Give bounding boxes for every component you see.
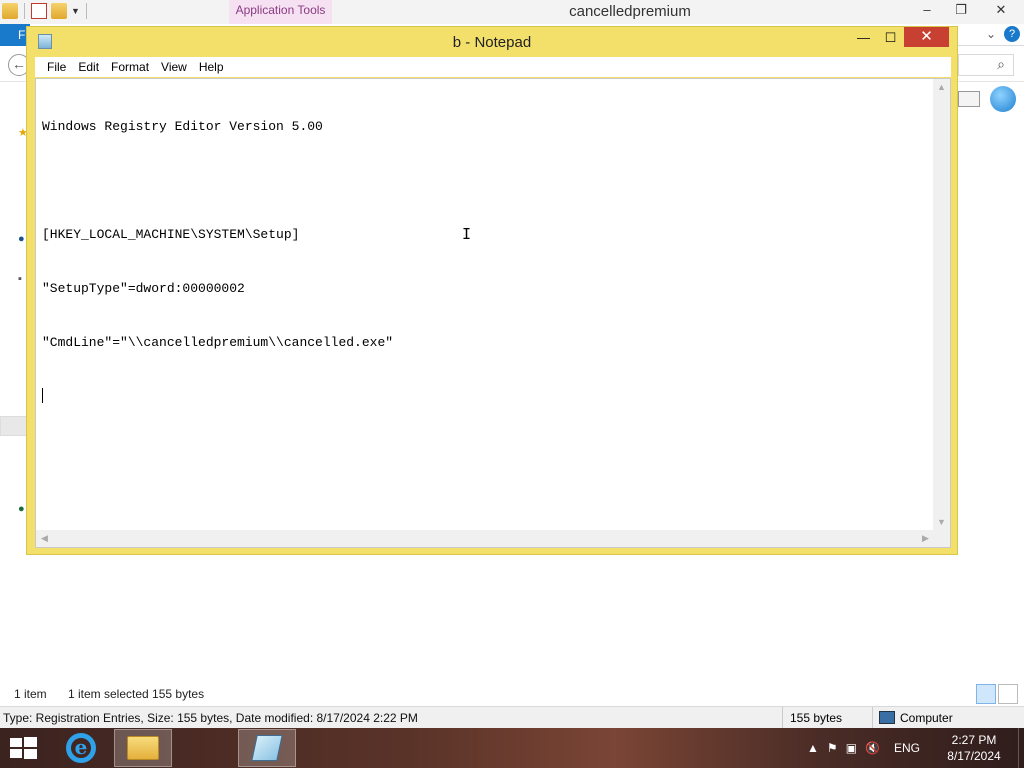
explorer-minimize-button[interactable]: –	[910, 0, 944, 22]
explorer-restore-button[interactable]: ❐	[944, 0, 978, 22]
text-line: [HKEY_LOCAL_MACHINE\SYSTEM\Setup]	[42, 227, 300, 242]
notepad-menubar: File Edit Format View Help	[35, 57, 951, 77]
taskbar-internet-explorer[interactable]: e	[52, 729, 110, 767]
item-count: 1 item	[14, 687, 47, 701]
toolbar-separator	[85, 3, 87, 19]
explorer-titlebar: ▼ Application Tools cancelledpremium – ❐…	[0, 0, 1024, 24]
notepad-minimize-button[interactable]: —	[850, 27, 877, 49]
location-label: Computer	[900, 711, 953, 725]
large-icons-view-icon[interactable]	[998, 684, 1018, 704]
search-icon: ⌕	[997, 56, 1005, 72]
clock-date: 8/17/2024	[947, 749, 1001, 763]
notepad-window: b - Notepad — ☐ ✕ File Edit Format View …	[26, 26, 958, 555]
taskbar-file-explorer[interactable]	[114, 729, 172, 767]
horizontal-scrollbar[interactable]: ◀ ▶	[36, 530, 934, 547]
text-line: Windows Registry Editor Version 5.00	[42, 119, 323, 134]
application-tools-tab[interactable]: Application Tools	[229, 0, 332, 24]
expand-ribbon-icon[interactable]: ⌄	[986, 27, 996, 41]
windows-logo-icon	[10, 738, 22, 747]
menu-format[interactable]: Format	[105, 60, 155, 74]
computer-icon	[879, 711, 895, 724]
notepad-icon	[251, 735, 283, 761]
internet-explorer-icon: e	[66, 733, 96, 763]
selection-info: 1 item selected 155 bytes	[68, 687, 205, 701]
volume-muted-icon[interactable]: 🔇	[865, 741, 880, 755]
folder-icon[interactable]	[2, 3, 18, 19]
explorer-window-controls: – ❐ ✕	[910, 0, 1024, 24]
text-line: "CmdLine"="\\cancelledpremium\\cancelled…	[42, 335, 394, 350]
explorer-status-bar: 1 item 1 item selected 155 bytes	[0, 683, 1024, 705]
document-text[interactable]: Windows Registry Editor Version 5.00 [HK…	[42, 82, 928, 526]
quick-access-toolbar: ▼	[2, 3, 89, 19]
explorer-view-icons	[958, 86, 1016, 112]
notepad-text-area[interactable]: Windows Registry Editor Version 5.00 [HK…	[35, 78, 951, 548]
scroll-up-icon[interactable]: ▲	[933, 79, 950, 96]
properties-icon[interactable]	[31, 3, 47, 19]
text-cursor-icon: I	[462, 225, 472, 243]
notepad-maximize-button[interactable]: ☐	[877, 27, 904, 49]
menu-help[interactable]: Help	[193, 60, 230, 74]
windows-logo-pane	[24, 737, 37, 747]
taskbar: e ▲ ⚑ ▣ 🔇 ENG 2:27 PM 8/17/2024	[0, 728, 1024, 768]
file-size-text: 155 bytes	[782, 707, 872, 728]
caret-line	[42, 388, 928, 406]
explorer-close-button[interactable]: ✕	[978, 0, 1024, 22]
toolbar-separator	[24, 3, 25, 19]
new-folder-icon[interactable]	[51, 3, 67, 19]
taskbar-notepad[interactable]	[238, 729, 296, 767]
scroll-down-icon[interactable]: ▼	[933, 514, 950, 531]
start-button[interactable]	[8, 736, 38, 760]
location-zone: Computer	[872, 707, 1024, 728]
scroll-left-icon[interactable]: ◀	[36, 530, 53, 547]
show-desktop-button[interactable]	[1018, 728, 1024, 768]
menu-file[interactable]: File	[41, 60, 72, 74]
action-center-flag-icon[interactable]: ⚑	[827, 741, 838, 755]
network-icon[interactable]: ▣	[846, 741, 857, 755]
navigation-pane: ★ ● ▪ ●	[0, 110, 28, 550]
file-details-text: Type: Registration Entries, Size: 155 by…	[3, 711, 418, 725]
vertical-scrollbar[interactable]: ▲ ▼	[933, 79, 950, 531]
notepad-close-button[interactable]: ✕	[904, 27, 949, 47]
input-language[interactable]: ENG	[894, 741, 920, 755]
ribbon-right-controls: ⌄ ?	[986, 26, 1020, 42]
menu-edit[interactable]: Edit	[72, 60, 105, 74]
notepad-titlebar[interactable]: b - Notepad — ☐ ✕	[27, 27, 957, 57]
windows-logo-pane	[10, 749, 22, 758]
view-switcher	[976, 684, 1018, 704]
details-view-icon[interactable]	[976, 684, 996, 704]
notepad-title: b - Notepad	[452, 34, 532, 51]
view-options-icon[interactable]	[958, 91, 980, 107]
show-hidden-icons-icon[interactable]: ▲	[807, 741, 819, 755]
folder-icon	[127, 736, 159, 760]
resize-grip[interactable]	[933, 530, 950, 547]
search-input[interactable]: ⌕	[958, 54, 1014, 76]
clock-time: 2:27 PM	[951, 733, 997, 747]
system-tray: ▲ ⚑ ▣ 🔇 ENG 2:27 PM 8/17/2024	[803, 728, 1024, 768]
notepad-window-controls: — ☐ ✕	[850, 27, 949, 49]
help-icon[interactable]: ?	[1004, 26, 1020, 42]
explorer-title: cancelledpremium	[569, 3, 691, 20]
customize-toolbar-icon[interactable]: ▼	[71, 6, 80, 16]
text-line	[42, 172, 928, 190]
internet-options-icon[interactable]	[990, 86, 1016, 112]
text-line: "SetupType"=dword:00000002	[42, 281, 245, 296]
windows-logo-pane	[24, 749, 37, 759]
text-caret	[42, 388, 43, 403]
selected-nav-item[interactable]	[0, 416, 28, 436]
clock[interactable]: 2:27 PM 8/17/2024	[934, 732, 1014, 764]
scroll-right-icon[interactable]: ▶	[917, 530, 934, 547]
menu-view[interactable]: View	[155, 60, 193, 74]
explorer-details-bar: Type: Registration Entries, Size: 155 by…	[0, 706, 1024, 728]
